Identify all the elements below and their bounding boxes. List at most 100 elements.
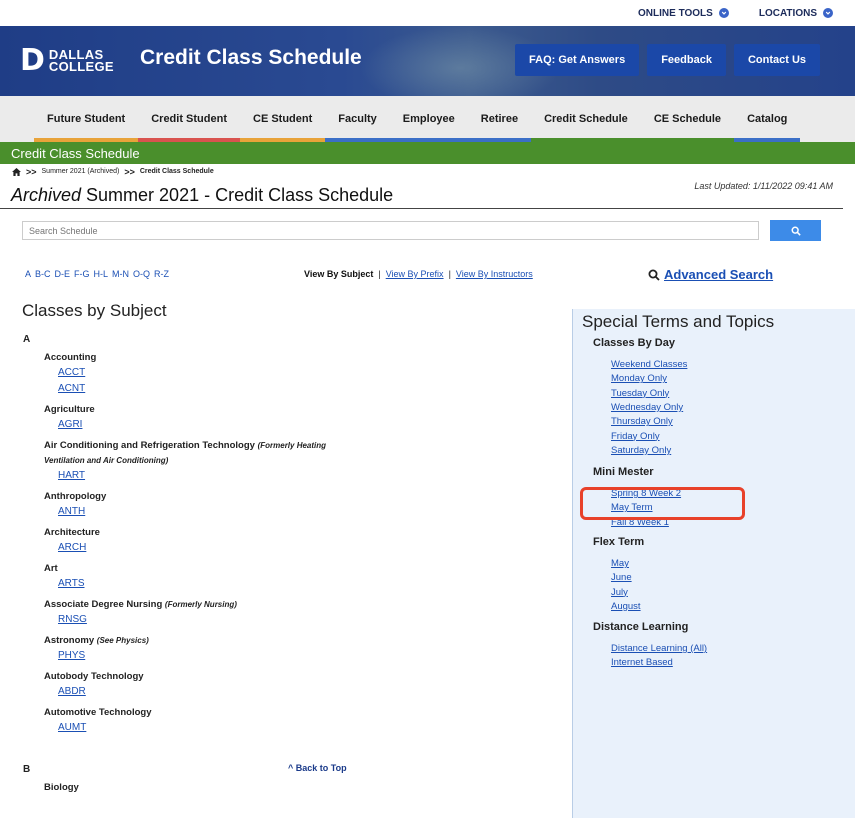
contact-us-button[interactable]: Contact Us bbox=[733, 44, 820, 76]
subject-note: (Formerly Heating bbox=[257, 441, 327, 450]
subject-note-cont: Ventilation and Air Conditioning) bbox=[44, 455, 168, 466]
nav-item-label: CE Schedule bbox=[653, 113, 722, 125]
alpha-link-d-e[interactable]: D-E bbox=[55, 269, 71, 279]
alpha-link-f-g[interactable]: F-G bbox=[74, 269, 90, 279]
subject-title: Accounting bbox=[44, 352, 97, 363]
nav-item-underline bbox=[467, 138, 532, 142]
view-by-subject: View By Subject bbox=[304, 269, 374, 279]
nav-item-label: CE Student bbox=[253, 113, 313, 125]
special-link-august[interactable]: August bbox=[611, 601, 641, 612]
subject-name: Art bbox=[44, 563, 58, 574]
subject-name: Automotive Technology bbox=[44, 707, 152, 718]
search-icon bbox=[791, 226, 801, 236]
logo-mark-icon: D bbox=[20, 43, 45, 78]
classes-heading: Classes by Subject bbox=[22, 301, 167, 320]
site-banner: D DALLAS COLLEGE Credit Class Schedule F… bbox=[0, 26, 855, 96]
back-to-top-link[interactable]: ^ Back to Top bbox=[288, 763, 347, 773]
section-heading-flex: Flex Term bbox=[593, 536, 645, 548]
letter-heading-b: B bbox=[23, 764, 31, 775]
section-heading-days: Classes By Day bbox=[593, 337, 675, 349]
online-tools-menu[interactable]: ONLINE TOOLS bbox=[638, 8, 729, 19]
highlight-box bbox=[580, 487, 745, 520]
feedback-button[interactable]: Feedback bbox=[647, 44, 726, 76]
locations-menu[interactable]: LOCATIONS bbox=[759, 8, 833, 19]
section-heading-distance: Distance Learning bbox=[593, 621, 689, 633]
subject-code-link-rnsg[interactable]: RNSG bbox=[58, 614, 87, 625]
nav-item-credit-student[interactable]: Credit Student bbox=[138, 96, 240, 142]
alpha-link-o-q[interactable]: O-Q bbox=[133, 269, 150, 279]
special-link-tuesday-only[interactable]: Tuesday Only bbox=[611, 388, 669, 399]
title-archived: Archived bbox=[11, 185, 82, 205]
subject-title: Architecture bbox=[44, 527, 100, 538]
nav-item-label: Credit Student bbox=[151, 113, 227, 125]
subject-code-link-arts[interactable]: ARTS bbox=[58, 578, 85, 589]
special-link-friday-only[interactable]: Friday Only bbox=[611, 431, 660, 442]
breadcrumb-summer-2021[interactable]: Summer 2021 (Archived) bbox=[42, 168, 120, 175]
page-title: Archived Summer 2021 - Credit Class Sche… bbox=[11, 185, 393, 206]
alpha-link-h-l[interactable]: H-L bbox=[94, 269, 109, 279]
nav-item-faculty[interactable]: Faculty bbox=[325, 96, 390, 142]
special-link-internet-based[interactable]: Internet Based bbox=[611, 657, 673, 668]
special-link-may[interactable]: May bbox=[611, 558, 629, 569]
site-title: Credit Class Schedule bbox=[140, 46, 362, 69]
letter-heading-a: A bbox=[23, 334, 31, 345]
nav-item-ce-schedule[interactable]: CE Schedule bbox=[640, 96, 735, 142]
subject-name: Associate Degree Nursing (Formerly Nursi… bbox=[44, 599, 237, 610]
nav-item-retiree[interactable]: Retiree bbox=[467, 96, 532, 142]
subject-code-link-arch[interactable]: ARCH bbox=[58, 542, 86, 553]
section-title-bar: Credit Class Schedule bbox=[0, 142, 855, 164]
alpha-link-b-c[interactable]: B-C bbox=[35, 269, 51, 279]
advanced-search-link[interactable]: Advanced Search bbox=[664, 267, 773, 282]
special-link-june[interactable]: June bbox=[611, 572, 632, 583]
subject-code-link-abdr[interactable]: ABDR bbox=[58, 686, 86, 697]
search-row bbox=[0, 209, 855, 251]
nav-item-underline bbox=[531, 138, 641, 142]
nav-item-underline bbox=[734, 138, 801, 142]
alpha-link-a[interactable]: A bbox=[25, 269, 31, 279]
search-input[interactable] bbox=[22, 221, 759, 240]
nav-item-underline bbox=[138, 138, 240, 142]
view-separator: | bbox=[378, 269, 381, 279]
alpha-link-m-n[interactable]: M-N bbox=[112, 269, 129, 279]
subject-code-link-aumt[interactable]: AUMT bbox=[58, 722, 86, 733]
subject-code-link-phys[interactable]: PHYS bbox=[58, 650, 85, 661]
special-link-distance-learning-all-[interactable]: Distance Learning (All) bbox=[611, 643, 707, 654]
alpha-link-r-z[interactable]: R-Z bbox=[154, 269, 169, 279]
search-button[interactable] bbox=[770, 220, 821, 241]
subject-code-link-agri[interactable]: AGRI bbox=[58, 419, 82, 430]
view-by-prefix-link[interactable]: View By Prefix bbox=[386, 269, 444, 279]
nav-item-employee[interactable]: Employee bbox=[389, 96, 468, 142]
faq-button[interactable]: FAQ: Get Answers bbox=[515, 44, 640, 76]
special-link-weekend-classes[interactable]: Weekend Classes bbox=[611, 359, 687, 370]
chevron-down-icon bbox=[718, 8, 729, 18]
view-separator: | bbox=[448, 269, 451, 279]
subject-title: Agriculture bbox=[44, 404, 95, 415]
subject-name: Accounting bbox=[44, 352, 96, 363]
nav-item-label: Future Student bbox=[47, 113, 126, 125]
nav-item-label: Retiree bbox=[480, 113, 519, 125]
home-icon[interactable] bbox=[12, 167, 21, 176]
special-link-wednesday-only[interactable]: Wednesday Only bbox=[611, 402, 683, 413]
nav-item-underline bbox=[34, 138, 139, 142]
subject-code-link-hart[interactable]: HART bbox=[58, 470, 85, 481]
subject-code-link-anth[interactable]: ANTH bbox=[58, 506, 85, 517]
special-link-thursday-only[interactable]: Thursday Only bbox=[611, 416, 673, 427]
breadcrumb-current: Credit Class Schedule bbox=[139, 168, 214, 175]
nav-item-future-student[interactable]: Future Student bbox=[34, 96, 139, 142]
view-by-instructors-link[interactable]: View By Instructors bbox=[456, 269, 533, 279]
dallas-college-logo[interactable]: D DALLAS COLLEGE bbox=[20, 46, 114, 76]
subject-code-link-acnt[interactable]: ACNT bbox=[58, 383, 85, 394]
nav-item-ce-student[interactable]: CE Student bbox=[240, 96, 326, 142]
locations-label: LOCATIONS bbox=[758, 7, 817, 19]
nav-item-credit-schedule[interactable]: Credit Schedule bbox=[531, 96, 641, 142]
subject-note: (See Physics) bbox=[96, 636, 149, 645]
breadcrumb: >> Summer 2021 (Archived) >> Credit Clas… bbox=[0, 164, 855, 179]
special-link-monday-only[interactable]: Monday Only bbox=[611, 373, 667, 384]
subject-note: Ventilation and Air Conditioning) bbox=[44, 456, 169, 465]
advanced-search[interactable]: Advanced Search bbox=[648, 267, 773, 282]
subject-code-link-acct[interactable]: ACCT bbox=[58, 367, 85, 378]
special-link-saturday-only[interactable]: Saturday Only bbox=[611, 445, 671, 456]
subject-name: Astronomy (See Physics) bbox=[44, 635, 149, 646]
nav-item-catalog[interactable]: Catalog bbox=[734, 96, 801, 142]
special-link-july[interactable]: July bbox=[611, 587, 628, 598]
